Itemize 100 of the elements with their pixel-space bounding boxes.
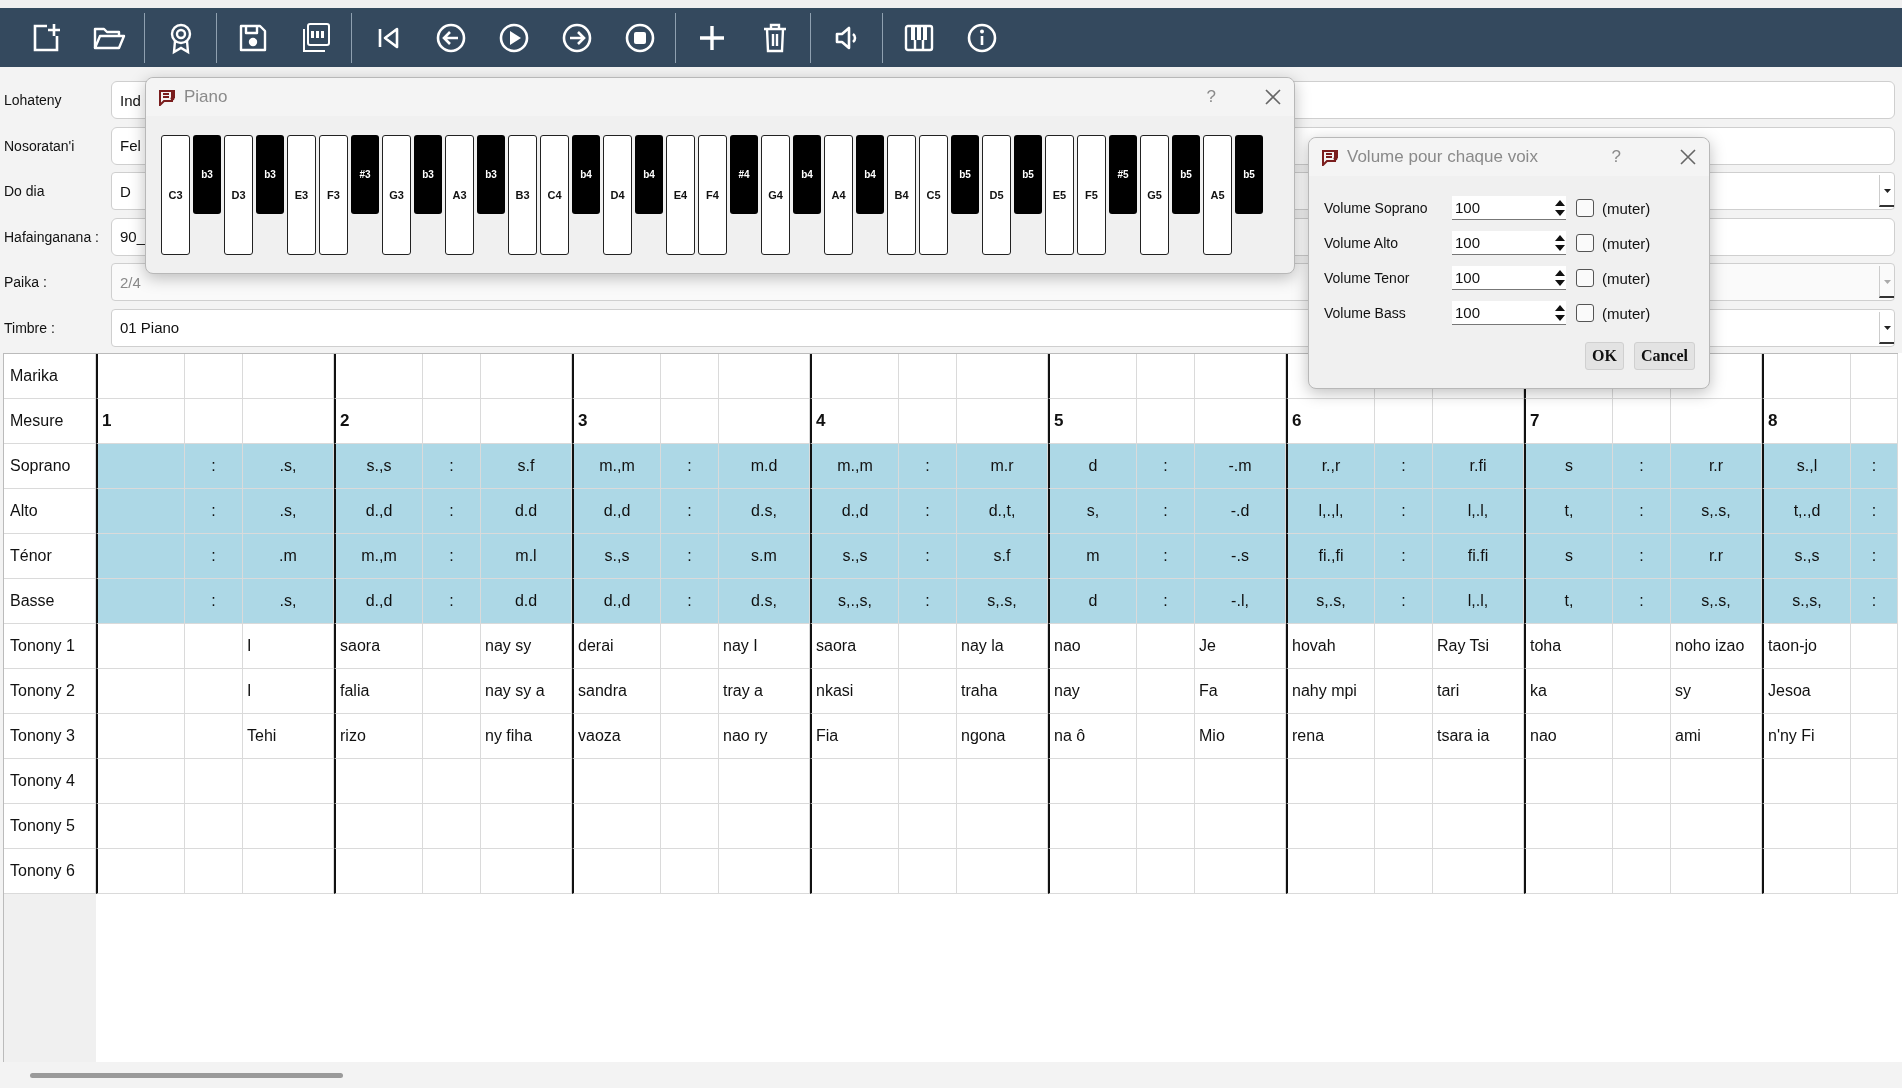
- note-cell[interactable]: s.f: [957, 533, 1048, 579]
- note-cell[interactable]: :: [1375, 533, 1433, 579]
- table-cell[interactable]: [185, 713, 243, 759]
- piano-key[interactable]: A4: [824, 135, 853, 255]
- table-cell[interactable]: [1137, 803, 1195, 849]
- lyric-cell[interactable]: falia: [334, 668, 423, 714]
- table-cell[interactable]: [899, 758, 957, 804]
- table-cell[interactable]: [243, 848, 334, 894]
- dialog-button[interactable]: OK: [1585, 342, 1624, 370]
- table-cell[interactable]: [1375, 398, 1433, 444]
- piano-key[interactable]: D5: [982, 135, 1011, 255]
- note-cell[interactable]: l,.l,: [1433, 488, 1524, 534]
- note-cell[interactable]: d.,d: [572, 488, 661, 534]
- table-cell[interactable]: [1613, 848, 1671, 894]
- piano-key[interactable]: C5: [919, 135, 948, 255]
- table-cell[interactable]: [1851, 353, 1898, 399]
- note-cell[interactable]: s.,s: [572, 533, 661, 579]
- table-cell[interactable]: [481, 353, 572, 399]
- table-cell[interactable]: [1195, 758, 1286, 804]
- note-cell[interactable]: d.,d: [810, 488, 899, 534]
- table-cell[interactable]: [1851, 803, 1898, 849]
- table-cell[interactable]: [96, 713, 185, 759]
- table-cell[interactable]: [96, 803, 185, 849]
- lyric-cell[interactable]: ny fiha: [481, 713, 572, 759]
- table-cell[interactable]: [1375, 668, 1433, 714]
- note-cell[interactable]: d.s,: [719, 488, 810, 534]
- lyric-cell[interactable]: Fia: [810, 713, 899, 759]
- note-cell[interactable]: .s,: [243, 488, 334, 534]
- table-cell[interactable]: [957, 353, 1048, 399]
- table-cell[interactable]: [1195, 848, 1286, 894]
- note-cell[interactable]: r.r: [1671, 533, 1762, 579]
- table-cell[interactable]: [96, 533, 185, 579]
- table-cell[interactable]: [1613, 623, 1671, 669]
- table-cell[interactable]: [810, 353, 899, 399]
- note-cell[interactable]: m.,m: [334, 533, 423, 579]
- table-cell[interactable]: [1613, 803, 1671, 849]
- note-cell[interactable]: :: [899, 533, 957, 579]
- table-cell[interactable]: [96, 668, 185, 714]
- table-cell[interactable]: [185, 848, 243, 894]
- table-cell[interactable]: [957, 758, 1048, 804]
- table-cell[interactable]: [1137, 353, 1195, 399]
- table-cell[interactable]: [96, 353, 185, 399]
- table-cell[interactable]: [1762, 803, 1851, 849]
- table-cell[interactable]: [481, 848, 572, 894]
- note-cell[interactable]: s,.s,: [1671, 578, 1762, 624]
- note-cell[interactable]: :: [1137, 578, 1195, 624]
- note-cell[interactable]: .m: [243, 533, 334, 579]
- table-cell[interactable]: [1524, 803, 1613, 849]
- lyric-cell[interactable]: hovah: [1286, 623, 1375, 669]
- note-cell[interactable]: d: [1048, 443, 1137, 489]
- table-cell[interactable]: [243, 803, 334, 849]
- piano-key[interactable]: F5: [1077, 135, 1106, 255]
- table-cell[interactable]: [243, 758, 334, 804]
- piano-key[interactable]: C3: [161, 135, 190, 255]
- table-cell[interactable]: [899, 668, 957, 714]
- note-cell[interactable]: l,.,l,: [1286, 488, 1375, 534]
- lyric-cell[interactable]: nao ry: [719, 713, 810, 759]
- table-cell[interactable]: [1048, 353, 1137, 399]
- piano-key[interactable]: b4: [793, 135, 821, 214]
- mute-checkbox[interactable]: [1576, 199, 1594, 217]
- table-cell[interactable]: [1762, 758, 1851, 804]
- table-cell[interactable]: [1613, 398, 1671, 444]
- piano-key[interactable]: A3: [445, 135, 474, 255]
- piano-key[interactable]: E3: [287, 135, 316, 255]
- note-cell[interactable]: d.d: [481, 578, 572, 624]
- mute-checkbox[interactable]: [1576, 304, 1594, 322]
- note-cell[interactable]: :: [423, 488, 481, 534]
- lyric-cell[interactable]: nay sy: [481, 623, 572, 669]
- table-cell[interactable]: [1137, 668, 1195, 714]
- piano-key[interactable]: D3: [224, 135, 253, 255]
- note-cell[interactable]: m.,m: [572, 443, 661, 489]
- table-cell[interactable]: [1671, 848, 1762, 894]
- note-cell[interactable]: m.r: [957, 443, 1048, 489]
- note-cell[interactable]: :: [1375, 443, 1433, 489]
- table-cell[interactable]: [481, 398, 572, 444]
- note-cell[interactable]: r.fi: [1433, 443, 1524, 489]
- lyric-cell[interactable]: na ô: [1048, 713, 1137, 759]
- table-cell[interactable]: [96, 488, 185, 534]
- lyric-cell[interactable]: Mio: [1195, 713, 1286, 759]
- mute-checkbox[interactable]: [1576, 234, 1594, 252]
- note-cell[interactable]: :: [185, 578, 243, 624]
- table-cell[interactable]: [1195, 398, 1286, 444]
- piano-key[interactable]: G3: [382, 135, 411, 255]
- lyric-cell[interactable]: n'ny Fi: [1762, 713, 1851, 759]
- volume-spinbox[interactable]: 100: [1452, 196, 1566, 220]
- mute-checkbox[interactable]: [1576, 269, 1594, 287]
- piano-key[interactable]: D4: [603, 135, 632, 255]
- table-cell[interactable]: [1851, 848, 1898, 894]
- table-cell[interactable]: [1286, 758, 1375, 804]
- table-cell[interactable]: [661, 668, 719, 714]
- table-cell[interactable]: [1195, 803, 1286, 849]
- note-cell[interactable]: d.,d: [334, 578, 423, 624]
- lyric-cell[interactable]: toha: [1524, 623, 1613, 669]
- table-cell[interactable]: [423, 758, 481, 804]
- table-cell[interactable]: [423, 398, 481, 444]
- note-cell[interactable]: r.r: [1671, 443, 1762, 489]
- table-cell[interactable]: [719, 758, 810, 804]
- table-cell[interactable]: [185, 398, 243, 444]
- table-cell[interactable]: [810, 803, 899, 849]
- table-cell[interactable]: [423, 848, 481, 894]
